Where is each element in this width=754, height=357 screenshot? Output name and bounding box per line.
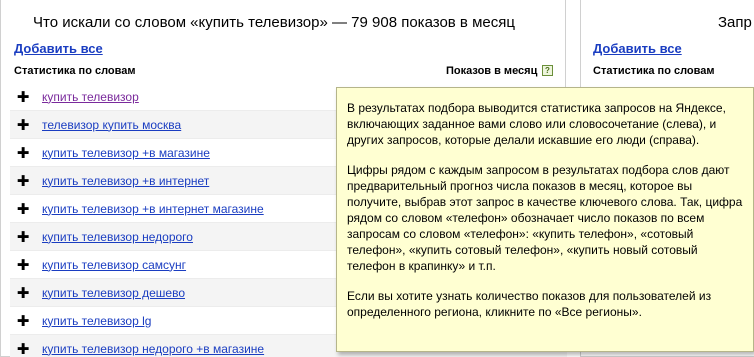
- column-header-word-stats: Статистика по словам: [14, 65, 136, 77]
- keyword-link[interactable]: купить телевизор: [42, 90, 139, 104]
- add-plus-icon[interactable]: ✚: [10, 256, 34, 274]
- add-plus-icon[interactable]: ✚: [10, 144, 34, 162]
- keyword-link[interactable]: купить телевизор +в интернет: [42, 174, 209, 188]
- help-tooltip: В результатах подбора выводится статисти…: [336, 87, 754, 352]
- keyword-link[interactable]: купить телевизор +в магазине: [42, 146, 210, 160]
- add-plus-icon[interactable]: ✚: [10, 312, 34, 330]
- keyword-link[interactable]: купить телевизор lg: [42, 314, 151, 328]
- keyword-link[interactable]: купить телевизор недорого: [42, 230, 193, 244]
- tooltip-paragraph-3: Если вы хотите узнать количество показов…: [347, 289, 712, 319]
- add-plus-icon[interactable]: ✚: [10, 340, 34, 357]
- tooltip-paragraph-2: Цифры рядом с каждым запросом в результа…: [347, 163, 743, 273]
- add-plus-icon[interactable]: ✚: [10, 228, 34, 246]
- right-panel-title: Запр: [718, 14, 752, 31]
- column-header-word-stats-right: Статистика по словам: [593, 65, 715, 77]
- column-header-monthly-shows: Показов в месяц: [446, 65, 538, 77]
- add-plus-icon[interactable]: ✚: [10, 172, 34, 190]
- add-all-link-right[interactable]: Добавить все: [593, 41, 682, 56]
- left-panel-title: Что искали со словом «купить телевизор» …: [33, 14, 515, 31]
- keyword-link[interactable]: телевизор купить москва: [42, 118, 181, 132]
- tooltip-paragraph-1: В результатах подбора выводится статисти…: [347, 101, 726, 147]
- help-icon[interactable]: ?: [542, 65, 553, 76]
- add-plus-icon[interactable]: ✚: [10, 200, 34, 218]
- add-plus-icon[interactable]: ✚: [10, 284, 34, 302]
- add-all-link-left[interactable]: Добавить все: [14, 41, 103, 56]
- add-plus-icon[interactable]: ✚: [10, 116, 34, 134]
- add-plus-icon[interactable]: ✚: [10, 88, 34, 106]
- keyword-link[interactable]: купить телевизор недорого +в магазине: [42, 342, 264, 356]
- keyword-link[interactable]: купить телевизор дешево: [42, 286, 185, 300]
- keyword-link[interactable]: купить телевизор +в интернет магазине: [42, 202, 264, 216]
- keyword-link[interactable]: купить телевизор самсунг: [42, 258, 186, 272]
